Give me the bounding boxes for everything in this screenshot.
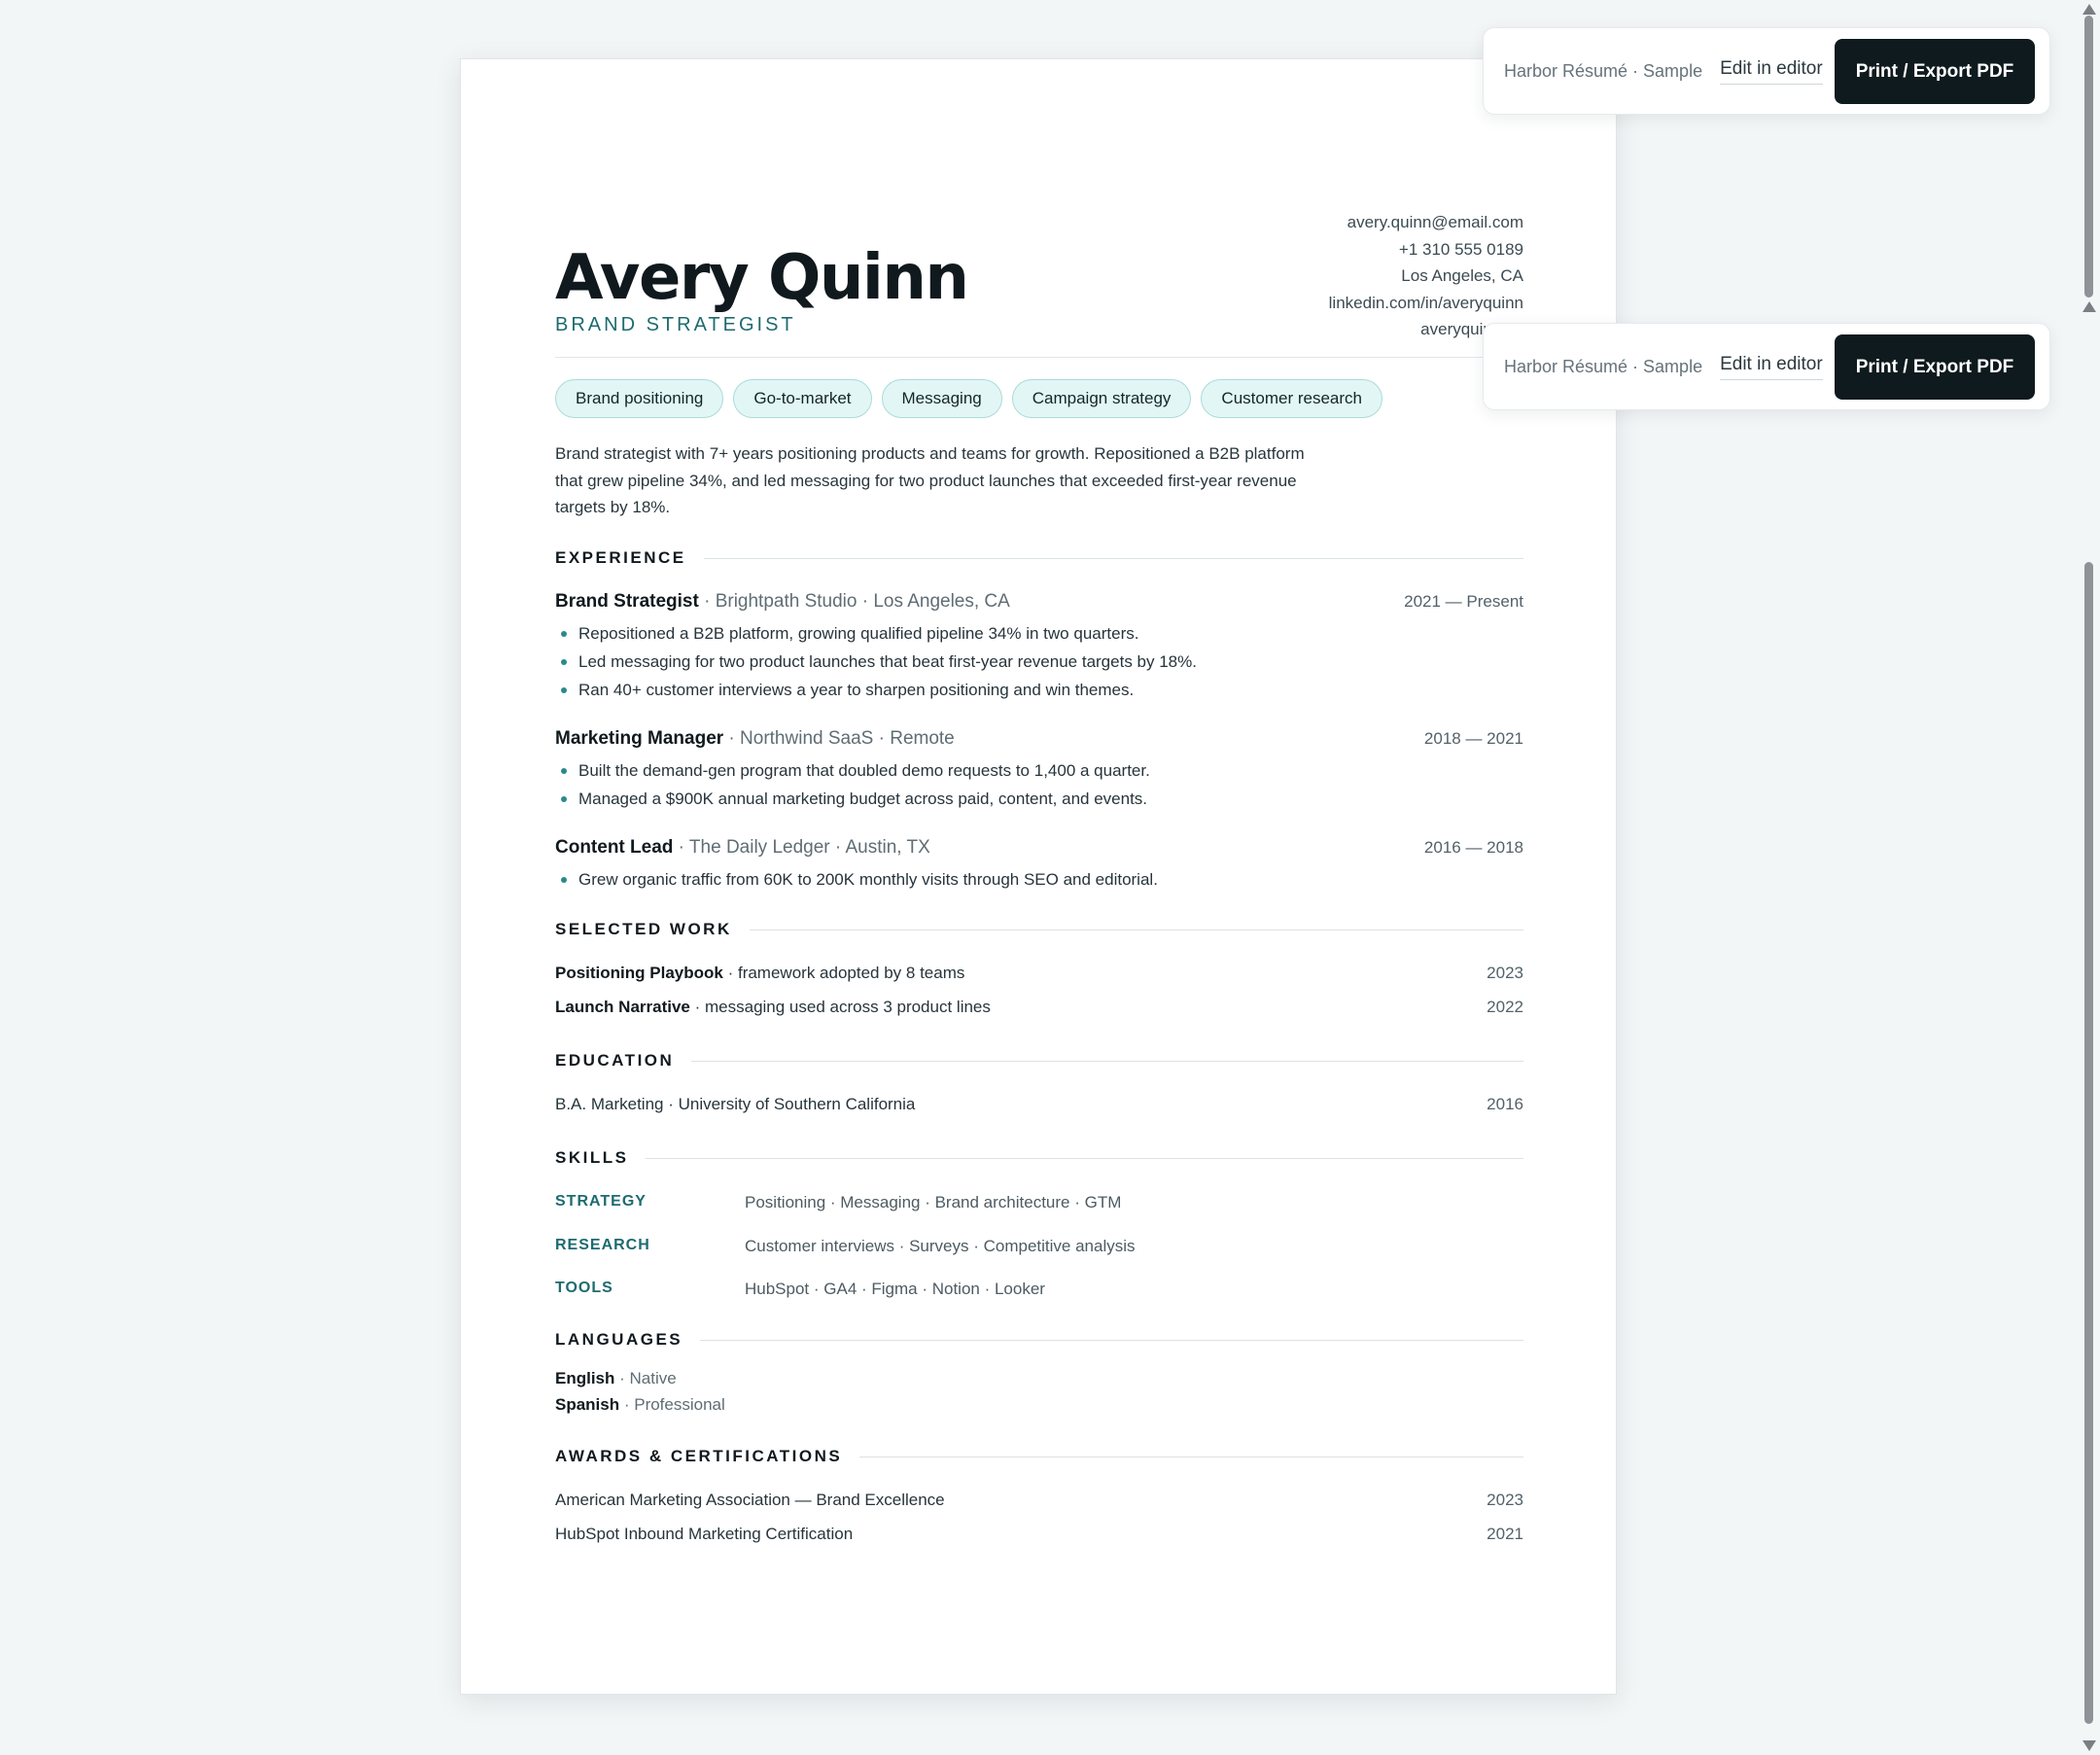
summary: Brand strategist with 7+ years positioni… (555, 444, 1305, 516)
job-bullet: Managed a $900K annual marketing budget … (555, 785, 1523, 813)
toolbar-brand: Harbor Résumé · Sample (1504, 356, 1703, 376)
job-dates: 2018 — 2021 (1423, 729, 1523, 748)
scroll-up-arrow-icon[interactable] (2082, 301, 2096, 312)
job-bullet: Ran 40+ customer interviews a year to sh… (555, 676, 1523, 704)
scrollbar-thumb[interactable] (2084, 16, 2093, 298)
award-year: 2023 (1487, 1491, 1523, 1509)
education-degree: B.A. Marketing · University of Southern … (555, 1095, 916, 1113)
edit-in-editor-link[interactable]: Edit in editor (1720, 58, 1823, 85)
work-year: 2022 (1487, 998, 1523, 1016)
section-title: EDUCATION (555, 1051, 675, 1070)
language-item: Spanish · Professional (555, 1395, 725, 1415)
work-item: Launch Narrative · messaging used across… (555, 998, 1523, 1017)
work-year: 2023 (1487, 964, 1523, 982)
job-bullet: Repositioned a B2B platform, growing qua… (555, 619, 1523, 648)
job-dates: 2021 — Present (1404, 592, 1523, 611)
tag: Customer research (1201, 379, 1382, 418)
resume-name: Avery Quinn (555, 242, 969, 314)
toolbar-brand: Harbor Résumé · Sample (1504, 60, 1703, 81)
floating-toolbar: Harbor Résumé · Sample Edit in editor Pr… (1483, 27, 2050, 115)
skill-list: Customer interviews · Surveys · Competit… (745, 1237, 1136, 1255)
section-title: SKILLS (555, 1148, 629, 1167)
skill-list: Positioning · Messaging · Brand architec… (745, 1193, 1122, 1211)
section-rule (700, 1339, 1523, 1341)
language-level: · Professional (619, 1395, 725, 1414)
tag: Messaging (881, 379, 1002, 418)
award-item: American Marketing Association — Brand E… (555, 1491, 1523, 1510)
skill-list: HubSpot · GA4 · Figma · Notion · Looker (745, 1280, 1045, 1298)
job-bullet: Built the demand-gen program that double… (555, 756, 1523, 785)
language-level: · Native (614, 1369, 677, 1387)
section-rule (691, 1060, 1523, 1062)
contact-phone: +1 310 555 0189 (1398, 239, 1523, 259)
job-bullet: Grew organic traffic from 60K to 200K mo… (555, 865, 1523, 894)
section-title: AWARDS & CERTIFICATIONS (555, 1447, 843, 1465)
tag: Campaign strategy (1011, 379, 1192, 418)
print-export-pdf-button[interactable]: Print / Export PDF (1835, 39, 2035, 104)
floating-toolbar: Harbor Résumé · Sample Edit in editor Pr… (1483, 323, 2050, 410)
language-name: Spanish (555, 1395, 620, 1414)
contact-email: avery.quinn@email.com (1347, 213, 1523, 231)
work-desc: · messaging used across 3 product lines (689, 998, 991, 1016)
scrollbar[interactable] (2079, 0, 2100, 1755)
resume-page: Avery Quinn BRAND STRATEGIST avery.quinn… (460, 58, 1617, 1695)
skill-row: TOOLS HubSpot · GA4 · Figma · Notion · L… (555, 1280, 1045, 1299)
job-title: Content Lead (555, 837, 674, 858)
scrollbar-thumb[interactable] (2084, 562, 2093, 1724)
job-entry: Brand Strategist · Brightpath Studio · L… (555, 591, 1523, 704)
award-year: 2021 (1487, 1525, 1523, 1543)
work-item: Positioning Playbook · framework adopted… (555, 964, 1523, 983)
skill-tags: Brand positioning Go-to-market Messaging… (555, 379, 1382, 418)
skill-row: STRATEGY Positioning · Messaging · Brand… (555, 1193, 1121, 1212)
education-year: 2016 (1487, 1095, 1523, 1113)
tag: Brand positioning (555, 379, 724, 418)
section-selected-work: SELECTED WORK (555, 920, 1523, 939)
skill-row: RESEARCH Customer interviews · Surveys ·… (555, 1237, 1136, 1256)
award-name: HubSpot Inbound Marketing Certification (555, 1525, 854, 1543)
job-company: · The Daily Ledger · Austin, TX (673, 837, 930, 858)
resume-role: BRAND STRATEGIST (555, 314, 796, 335)
tag: Go-to-market (733, 379, 872, 418)
skill-category: STRATEGY (555, 1193, 647, 1210)
section-languages: LANGUAGES (555, 1330, 1523, 1350)
skill-category: TOOLS (555, 1280, 613, 1296)
work-desc: · framework adopted by 8 teams (722, 964, 965, 982)
job-entry: Content Lead · The Daily Ledger · Austin… (555, 837, 1523, 894)
job-title: Marketing Manager (555, 728, 724, 749)
contact-linkedin: linkedin.com/in/averyquinn (1328, 293, 1523, 312)
award-name: American Marketing Association — Brand E… (555, 1491, 945, 1509)
section-skills: SKILLS (555, 1148, 1523, 1168)
edit-in-editor-link[interactable]: Edit in editor (1720, 354, 1823, 380)
scroll-down-arrow-icon[interactable] (2082, 1740, 2096, 1751)
education-item: B.A. Marketing · University of Southern … (555, 1095, 1523, 1114)
job-title: Brand Strategist (555, 591, 699, 612)
section-awards: AWARDS & CERTIFICATIONS (555, 1447, 1523, 1466)
contact-location: Los Angeles, CA (1401, 266, 1523, 285)
job-company: · Brightpath Studio · Los Angeles, CA (698, 591, 1010, 612)
section-education: EDUCATION (555, 1051, 1523, 1071)
header-divider (555, 357, 1523, 358)
language-name: English (555, 1369, 615, 1387)
section-experience: EXPERIENCE (555, 548, 1523, 568)
job-entry: Marketing Manager · Northwind SaaS · Rem… (555, 728, 1523, 813)
award-item: HubSpot Inbound Marketing Certification … (555, 1525, 1523, 1544)
section-title: SELECTED WORK (555, 920, 732, 938)
job-company: · Northwind SaaS · Remote (723, 728, 955, 749)
section-rule (703, 557, 1523, 559)
job-dates: 2016 — 2018 (1423, 838, 1523, 857)
scroll-up-arrow-icon[interactable] (2082, 4, 2096, 15)
section-title: EXPERIENCE (555, 548, 686, 567)
job-bullet: Led messaging for two product launches t… (555, 648, 1523, 676)
section-title: LANGUAGES (555, 1330, 683, 1349)
work-name: Launch Narrative (555, 998, 690, 1016)
skill-category: RESEARCH (555, 1237, 650, 1253)
section-rule (646, 1157, 1523, 1159)
work-name: Positioning Playbook (555, 964, 723, 982)
language-item: English · Native (555, 1369, 677, 1388)
print-export-pdf-button[interactable]: Print / Export PDF (1835, 334, 2035, 400)
